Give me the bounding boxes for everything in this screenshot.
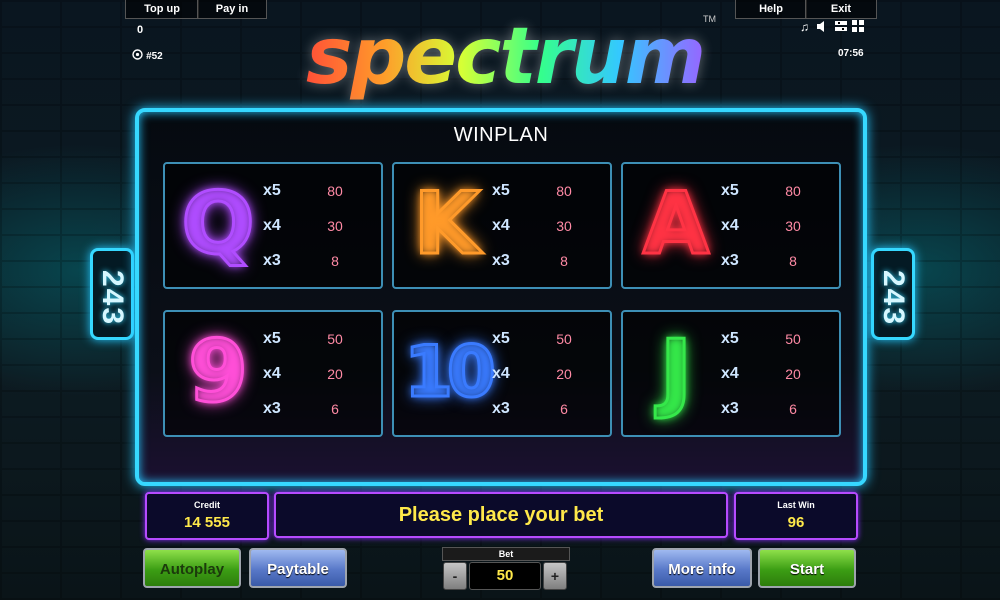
payout-value: 20 [556, 366, 572, 382]
payout-value: 30 [327, 218, 343, 234]
clock: 07:56 [838, 48, 864, 59]
payout-value: 8 [331, 253, 339, 269]
bet-decrease-button[interactable]: - [443, 562, 467, 590]
symbol-glyph: 9 [187, 321, 250, 424]
payout-value: 50 [327, 331, 343, 347]
top-up-button[interactable]: Top up [125, 0, 199, 19]
payout-value: 30 [556, 218, 572, 234]
multiplier-label: x3 [263, 400, 281, 417]
symbol-glyph: Q [180, 173, 256, 276]
paytable-card: Jx5 50 x4 20 x3 6 [621, 310, 841, 437]
credit-box: Credit 14 555 [145, 492, 269, 540]
start-button[interactable]: Start [758, 548, 856, 588]
paytable-card: 10 x5 50 x4 20 x3 6 [392, 310, 612, 437]
top-icon-row: ♫ [800, 20, 870, 34]
multiplier-label: x4 [721, 365, 739, 382]
bet-value: 50 [469, 562, 541, 590]
pay-in-button[interactable]: Pay in [197, 0, 267, 19]
ways-indicator-left: 243 [90, 248, 134, 340]
paytable-button[interactable]: Paytable [249, 548, 347, 588]
winplan-panel: WINPLAN Qx5 80 x4 30 x3 8 Kx5 80 x4 30 x3 8 Ax5 80 x4 3… [135, 108, 867, 486]
session-id: #52 [146, 51, 163, 62]
help-button[interactable]: Help [735, 0, 807, 19]
multiplier-label: x3 [263, 252, 281, 269]
payout-value: 80 [327, 183, 343, 199]
credit-value: 14 555 [184, 514, 230, 531]
multiplier-label: x4 [492, 365, 510, 382]
music-icon[interactable]: ♫ [800, 20, 809, 34]
bet-increase-button[interactable]: + [543, 562, 567, 590]
payout-value: 6 [331, 401, 339, 417]
more-info-button[interactable]: More info [652, 548, 752, 588]
trademark: TM [703, 14, 716, 24]
multiplier-label: x3 [492, 252, 510, 269]
session-icon [132, 49, 143, 60]
status-message: Please place your bet [398, 504, 604, 526]
multiplier-label: x3 [721, 252, 739, 269]
session-info: #52 [132, 49, 163, 62]
multiplier-label: x5 [492, 182, 510, 199]
multiplier-label: x5 [492, 330, 510, 347]
multiplier-label: x4 [721, 217, 739, 234]
balance-counter: 0 [137, 24, 144, 36]
payout-value: 6 [789, 401, 797, 417]
multiplier-label: x3 [721, 400, 739, 417]
credit-label: Credit [193, 500, 220, 510]
fullscreen-icon[interactable] [852, 20, 864, 32]
payout-value: 30 [785, 218, 801, 234]
payout-value: 80 [785, 183, 801, 199]
payout-value: 80 [556, 183, 572, 199]
multiplier-label: x5 [721, 330, 739, 347]
payout-value: 20 [785, 366, 801, 382]
last-win-box: Last Win 96 [734, 492, 858, 540]
multiplier-label: x3 [492, 400, 510, 417]
ways-indicator-right: 243 [871, 248, 915, 340]
symbol-glyph: J [659, 321, 694, 424]
symbol-glyph: 10 [403, 330, 497, 415]
multiplier-label: x4 [263, 365, 281, 382]
symbol-glyph: A [641, 173, 711, 276]
multiplier-label: x4 [492, 217, 510, 234]
payout-value: 50 [785, 331, 801, 347]
ways-right-label: 243 [877, 269, 910, 327]
autoplay-button[interactable]: Autoplay [143, 548, 241, 588]
paytable-card: Kx5 80 x4 30 x3 8 [392, 162, 612, 289]
multiplier-label: x5 [263, 330, 281, 347]
settings-icon[interactable] [835, 21, 847, 32]
exit-button[interactable]: Exit [805, 0, 877, 19]
multiplier-label: x5 [263, 182, 281, 199]
paytable-card: 9 x5 50 x4 20 x3 6 [163, 310, 383, 437]
last-win-value: 96 [787, 514, 805, 531]
winplan-title: WINPLAN [453, 124, 549, 146]
symbol-glyph: K [412, 173, 482, 276]
paytable-card: Ax5 80 x4 30 x3 8 [621, 162, 841, 289]
payout-value: 6 [560, 401, 568, 417]
ways-left-label: 243 [96, 269, 129, 327]
message-box: Please place your bet [274, 492, 728, 538]
multiplier-label: x4 [263, 217, 281, 234]
last-win-label: Last Win [777, 500, 815, 510]
payout-value: 8 [789, 253, 797, 269]
sound-icon[interactable] [817, 21, 829, 32]
payout-value: 20 [327, 366, 343, 382]
bet-label: Bet [442, 547, 570, 561]
multiplier-label: x5 [721, 182, 739, 199]
paytable-card: Qx5 80 x4 30 x3 8 [163, 162, 383, 289]
payout-value: 50 [556, 331, 572, 347]
spectrum-logo: spectrum [285, 10, 725, 105]
payout-value: 8 [560, 253, 568, 269]
